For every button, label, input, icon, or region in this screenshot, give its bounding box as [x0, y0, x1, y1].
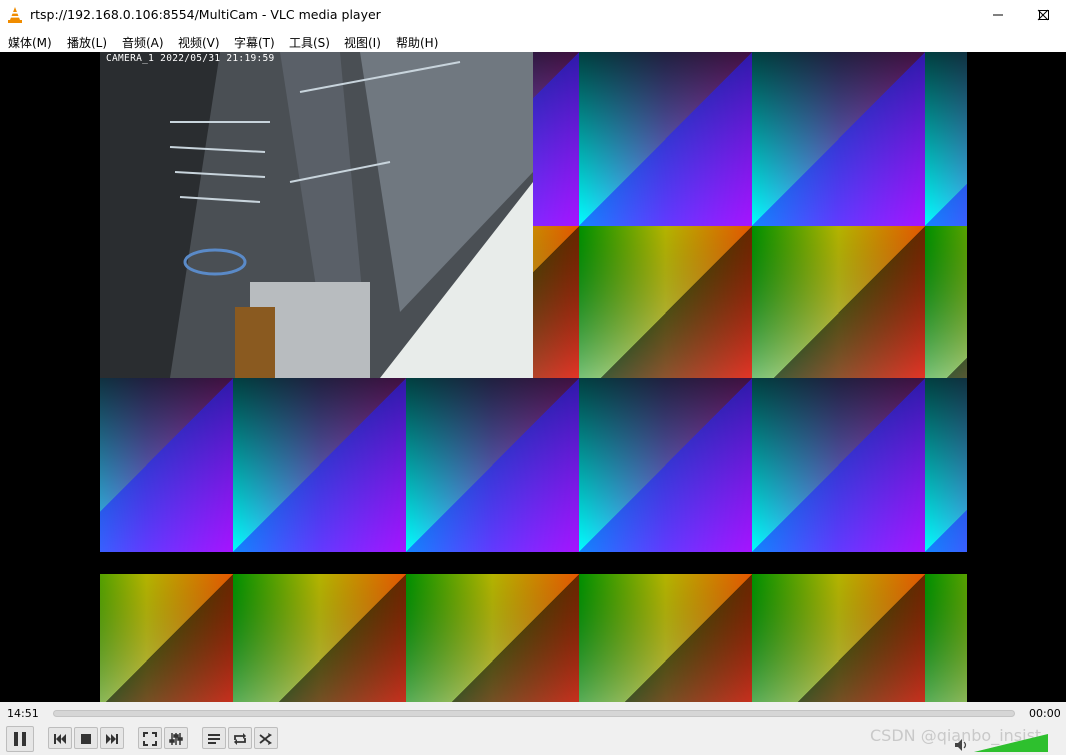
speaker-icon[interactable] — [954, 738, 968, 752]
camera-feed: CAMERA_1 2022/05/31 21:19:59 — [100, 52, 533, 378]
previous-button[interactable] — [48, 727, 72, 749]
pause-button[interactable] — [6, 726, 34, 752]
menu-subtitle[interactable]: 字幕(T) — [234, 34, 275, 51]
menu-view[interactable]: 视图(I) — [344, 34, 381, 51]
extended-settings-button[interactable] — [164, 727, 188, 749]
stop-button[interactable] — [74, 727, 98, 749]
extended-settings-icon — [169, 733, 183, 745]
fullscreen-icon — [143, 732, 157, 746]
menu-tools[interactable]: 工具(S) — [289, 34, 330, 51]
close-icon — [1037, 9, 1049, 21]
menu-help[interactable]: 帮助(H) — [396, 34, 438, 51]
loop-button[interactable] — [228, 727, 252, 749]
previous-icon — [54, 734, 66, 744]
loop-icon — [234, 733, 246, 745]
next-button[interactable] — [100, 727, 124, 749]
seek-slider[interactable] — [53, 710, 1015, 717]
elapsed-time[interactable]: 14:51 — [7, 707, 39, 720]
next-icon — [106, 734, 118, 744]
menu-playback[interactable]: 播放(L) — [67, 34, 107, 51]
vlc-cone-icon — [8, 7, 22, 23]
stop-icon — [81, 734, 91, 744]
minimize-icon — [993, 14, 1003, 16]
playlist-icon — [208, 734, 220, 744]
remaining-time[interactable]: 00:00 — [1029, 707, 1061, 720]
menu-audio[interactable]: 音频(A) — [122, 34, 164, 51]
camera-image — [100, 52, 533, 378]
volume-slider[interactable] — [974, 734, 1048, 752]
shuffle-button[interactable] — [254, 727, 278, 749]
title-bar: rtsp://192.168.0.106:8554/MultiCam - VLC… — [0, 0, 1066, 30]
camera-overlay-text: CAMERA_1 2022/05/31 21:19:59 — [106, 53, 275, 64]
fullscreen-button[interactable] — [138, 727, 162, 749]
minimize-button[interactable] — [975, 0, 1021, 30]
close-button[interactable] — [1020, 0, 1066, 30]
pause-icon — [14, 732, 26, 746]
window-title: rtsp://192.168.0.106:8554/MultiCam - VLC… — [30, 7, 381, 22]
volume-level-fill — [974, 734, 1048, 752]
video-area[interactable]: CAMERA_1 2022/05/31 21:19:59 — [0, 52, 1066, 702]
menu-video[interactable]: 视频(V) — [178, 34, 220, 51]
menu-media[interactable]: 媒体(M) — [8, 34, 52, 51]
shuffle-icon — [259, 733, 272, 745]
playlist-button[interactable] — [202, 727, 226, 749]
